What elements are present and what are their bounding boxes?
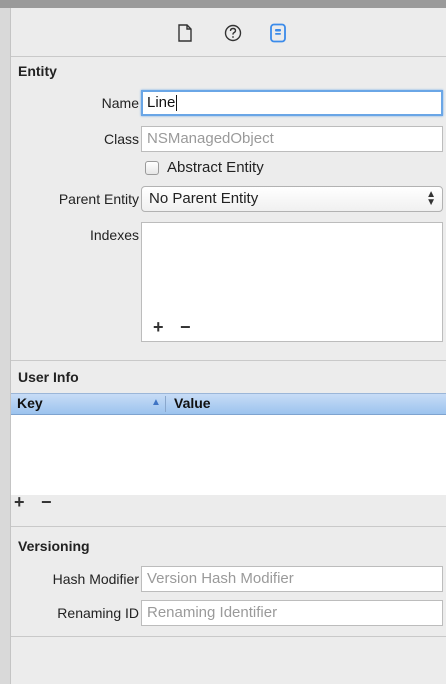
hash-modifier-field[interactable]: Version Hash Modifier <box>141 566 443 592</box>
data-model-inspector: Entity Name Line Class NSManagedObject A… <box>0 0 446 684</box>
help-icon[interactable] <box>222 22 244 44</box>
sort-ascending-icon: ▲ <box>151 397 161 408</box>
hash-modifier-row: Hash Modifier Version Hash Modifier <box>11 566 446 594</box>
user-info-table-header: Key ▲ Value <box>11 393 446 415</box>
data-model-inspector-icon[interactable] <box>267 22 289 44</box>
versioning-section-title: Versioning <box>18 538 90 554</box>
remove-user-info-button[interactable]: − <box>41 493 52 511</box>
entity-section-title: Entity <box>18 63 57 79</box>
name-value: Line <box>147 94 176 111</box>
parent-entity-row: Parent Entity No Parent Entity ▲ ▼ <box>11 186 446 214</box>
add-user-info-button[interactable]: + <box>14 493 25 511</box>
text-caret <box>176 95 178 112</box>
key-column-header[interactable]: Key <box>17 395 43 411</box>
value-column-header[interactable]: Value <box>174 395 211 411</box>
section-divider <box>11 360 446 361</box>
inspector-content: Entity Name Line Class NSManagedObject A… <box>11 8 446 684</box>
window-top-border <box>0 0 446 8</box>
renaming-id-label: Renaming ID <box>57 605 139 621</box>
abstract-entity-checkbox-row[interactable]: Abstract Entity <box>141 158 443 180</box>
name-label: Name <box>101 95 139 111</box>
class-field[interactable]: NSManagedObject <box>141 126 443 152</box>
file-icon[interactable] <box>174 22 196 44</box>
section-divider <box>11 526 446 527</box>
name-row: Name Line <box>11 90 446 118</box>
abstract-entity-label: Abstract Entity <box>167 159 264 176</box>
parent-entity-label: Parent Entity <box>58 191 139 207</box>
abstract-entity-checkbox[interactable] <box>145 161 159 175</box>
panel-left-edge <box>0 8 11 684</box>
user-info-table-body[interactable] <box>11 415 446 495</box>
renaming-id-field[interactable]: Renaming Identifier <box>141 600 443 626</box>
column-separator[interactable] <box>165 396 166 412</box>
add-index-button[interactable]: + <box>153 318 164 336</box>
indexes-label: Indexes <box>89 227 139 243</box>
user-info-section-title: User Info <box>18 369 79 385</box>
class-row: Class NSManagedObject <box>11 126 446 154</box>
class-label: Class <box>103 131 139 147</box>
parent-entity-value: No Parent Entity <box>149 190 259 207</box>
name-field[interactable]: Line <box>141 90 443 116</box>
indexes-row: Indexes + − <box>11 222 446 346</box>
renaming-id-row: Renaming ID Renaming Identifier <box>11 600 446 628</box>
hash-modifier-label: Hash Modifier <box>52 571 139 587</box>
section-divider <box>11 636 446 637</box>
indexes-list[interactable]: + − <box>141 222 443 342</box>
inspector-tab-bar <box>11 8 446 57</box>
parent-entity-popup[interactable]: No Parent Entity ▲ ▼ <box>141 186 443 212</box>
remove-index-button[interactable]: − <box>180 318 191 336</box>
updown-arrows-icon: ▲ ▼ <box>426 189 436 208</box>
